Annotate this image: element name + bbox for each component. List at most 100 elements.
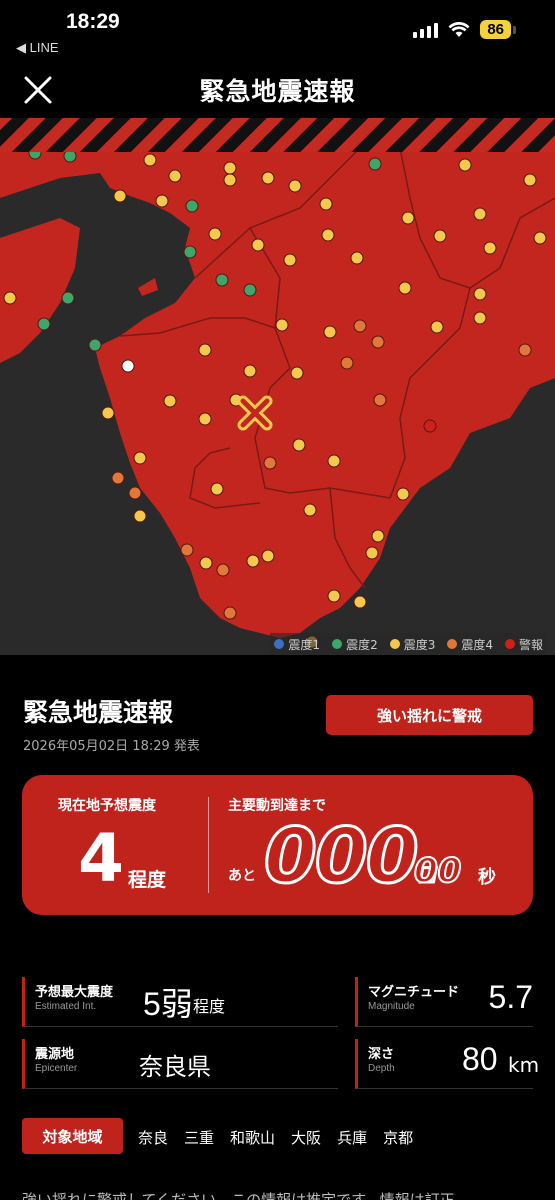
- observation-dot: [371, 529, 385, 543]
- arrival-prefix: あと: [228, 868, 256, 884]
- observation-dot: [180, 543, 194, 557]
- target-region-label: 対象地域: [22, 1118, 123, 1154]
- observation-dot: [290, 366, 304, 380]
- observation-dot: [198, 343, 212, 357]
- legend-swatch: [389, 639, 400, 649]
- observation-dot: [208, 227, 222, 241]
- warning-stripe: [0, 118, 555, 152]
- observation-dot: [430, 320, 444, 334]
- observation-dot: [518, 343, 532, 357]
- observation-dot: [133, 451, 147, 465]
- observation-dot: [398, 281, 412, 295]
- observation-dot: [216, 563, 230, 577]
- observation-dot: [533, 231, 547, 245]
- observation-dot: [121, 359, 135, 373]
- max-intensity-sub: Estimated Int.: [35, 1001, 97, 1012]
- observation-dot: [323, 325, 337, 339]
- alert-issued-time: 2026年05月02日 18:29 発表: [23, 739, 200, 754]
- legend-item: 震度3: [389, 636, 435, 653]
- observation-dot: [183, 245, 197, 259]
- observation-dot: [163, 394, 177, 408]
- observation-dot: [523, 173, 537, 187]
- legend-label: 警報: [518, 637, 543, 652]
- local-intensity-unit: 程度: [128, 869, 167, 891]
- observation-dot: [275, 318, 289, 332]
- page-title: 緊急地震速報: [199, 77, 356, 106]
- observation-dot: [401, 211, 415, 225]
- observation-dot: [473, 311, 487, 325]
- observation-dot: [288, 179, 302, 193]
- legend-swatch: [504, 639, 515, 649]
- observation-dot: [368, 157, 382, 171]
- observation-dot: [143, 153, 157, 167]
- local-intensity-value: 4: [78, 820, 124, 897]
- depth-unit: km: [508, 1053, 540, 1077]
- back-to-app-link[interactable]: ◀ LINE: [16, 40, 59, 56]
- epicenter-label: 震源地: [35, 1047, 75, 1062]
- observation-dot: [185, 199, 199, 213]
- depth-stat: 深さ Depth 80 km: [355, 1039, 539, 1089]
- region-item: 大阪: [291, 1129, 322, 1147]
- forecast-card: 現在地予想震度 4 程度 主要動到達まで あと 000. 00 秒: [22, 775, 533, 915]
- legend-item: 警報: [504, 636, 543, 653]
- observation-dot: [365, 546, 379, 560]
- observation-dot: [223, 173, 237, 187]
- observation-dot: [321, 228, 335, 242]
- intensity-map[interactable]: 震度1 震度2 震度3 震度4 警報: [0, 118, 555, 655]
- map-canvas: [0, 146, 555, 649]
- observation-dot: [303, 503, 317, 517]
- alert-info: 緊急地震速報 2026年05月02日 18:29 発表 強い揺れに警戒 現在地予…: [0, 655, 555, 1200]
- observation-dot: [113, 189, 127, 203]
- legend-swatch: [332, 639, 343, 649]
- status-bar: 18:29 ◀ LINE 86: [0, 0, 555, 60]
- region-item: 三重: [184, 1129, 215, 1147]
- status-time: 18:29: [66, 10, 120, 33]
- observation-dot: [433, 229, 447, 243]
- max-intensity-unit: 程度: [193, 997, 226, 1016]
- map-legend: 震度1 震度2 震度3 震度4 警報: [270, 633, 547, 655]
- land-islet: [138, 278, 158, 296]
- observation-dot: [243, 364, 257, 378]
- observation-dot: [251, 238, 265, 252]
- max-intensity-stat: 予想最大震度 Estimated Int. 5弱 程度: [22, 977, 338, 1027]
- observation-dot: [128, 486, 142, 500]
- observation-dot: [396, 487, 410, 501]
- observation-dot: [37, 317, 51, 331]
- observation-dot: [483, 241, 497, 255]
- target-region-list: 奈良 三重 和歌山 大阪 兵庫 京都: [138, 1127, 413, 1148]
- observation-dot: [292, 438, 306, 452]
- observation-dot: [223, 606, 237, 620]
- alert-title: 緊急地震速報: [23, 698, 174, 727]
- observation-dot: [133, 509, 147, 523]
- observation-dot: [423, 419, 437, 433]
- legend-swatch: [274, 639, 285, 649]
- observation-dot: [327, 454, 341, 468]
- observation-dot: [261, 549, 275, 563]
- observation-dot: [168, 169, 182, 183]
- observation-dot: [198, 412, 212, 426]
- observation-dot: [327, 589, 341, 603]
- max-intensity-value: 5弱: [143, 986, 193, 1022]
- observation-dot: [243, 283, 257, 297]
- observation-dot: [261, 171, 275, 185]
- depth-label: 深さ: [368, 1047, 395, 1062]
- observation-dot: [111, 471, 125, 485]
- observation-dot: [373, 393, 387, 407]
- legend-item: 震度2: [332, 636, 378, 653]
- observation-dot: [353, 319, 367, 333]
- legend-label: 震度2: [346, 637, 378, 652]
- observation-dot: [199, 556, 213, 570]
- observation-dot: [319, 197, 333, 211]
- region-item: 兵庫: [337, 1129, 368, 1147]
- legend-item: 震度1: [274, 636, 320, 653]
- local-intensity-label: 現在地予想震度: [58, 798, 156, 814]
- land-main: [0, 148, 555, 638]
- observation-dot: [263, 456, 277, 470]
- observation-dot: [473, 287, 487, 301]
- warning-button[interactable]: 強い揺れに警戒: [326, 695, 533, 735]
- legend-label: 震度4: [461, 637, 493, 652]
- legend-swatch: [447, 639, 458, 649]
- legend-label: 震度1: [288, 637, 321, 652]
- observation-dot: [473, 207, 487, 221]
- observation-dot: [215, 273, 229, 287]
